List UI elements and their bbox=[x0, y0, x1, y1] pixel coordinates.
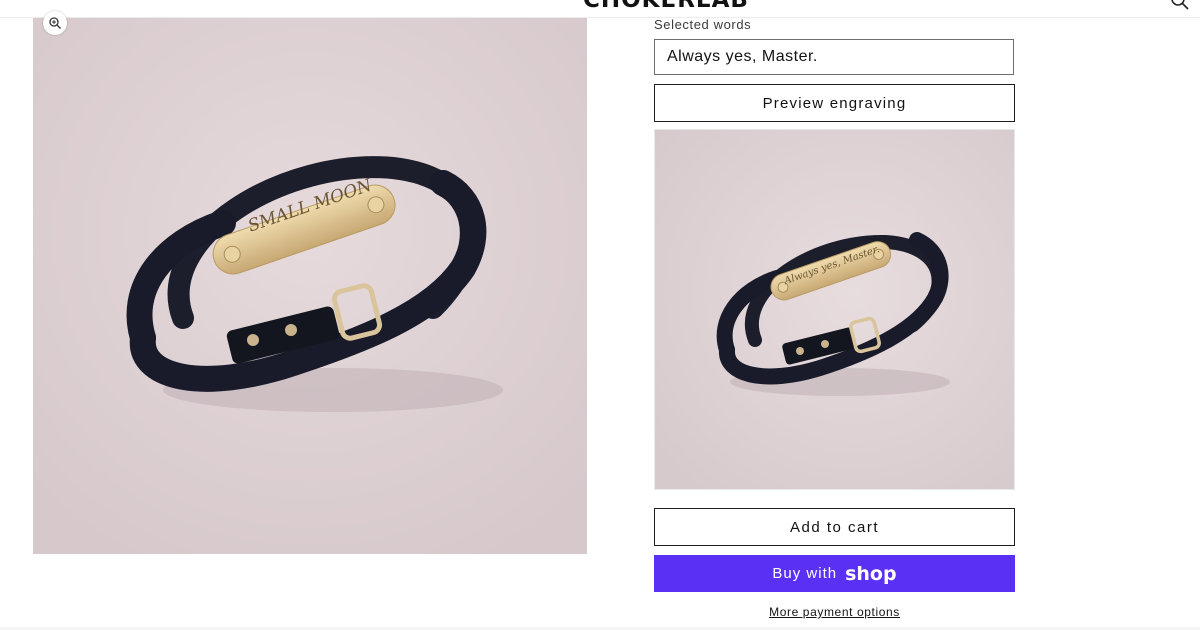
buy-with-shop-button[interactable]: Buy with shop bbox=[654, 555, 1015, 592]
buy-with-label: Buy with bbox=[772, 565, 838, 582]
selected-words-label: Selected words bbox=[654, 17, 752, 32]
zoom-button[interactable] bbox=[43, 11, 67, 35]
more-payment-options-link[interactable]: More payment options bbox=[654, 605, 1015, 619]
shop-pay-logo: shop bbox=[845, 562, 897, 585]
add-to-cart-button[interactable]: Add to cart bbox=[654, 508, 1015, 546]
engraving-text-input[interactable]: Always yes, Master. bbox=[654, 39, 1014, 75]
engraving-preview-image: Always yes, Master. bbox=[654, 129, 1015, 490]
store-logo[interactable]: CHOKERLAB bbox=[583, 0, 749, 13]
zoom-in-icon bbox=[49, 17, 61, 29]
search-icon[interactable] bbox=[1170, 0, 1190, 11]
preview-engraving-button[interactable]: Preview engraving bbox=[654, 84, 1015, 122]
engraving-input-value: Always yes, Master. bbox=[667, 48, 818, 65]
product-main-image[interactable]: SMALL MOON bbox=[33, 18, 587, 554]
site-header: CHOKERLAB bbox=[0, 0, 1200, 18]
